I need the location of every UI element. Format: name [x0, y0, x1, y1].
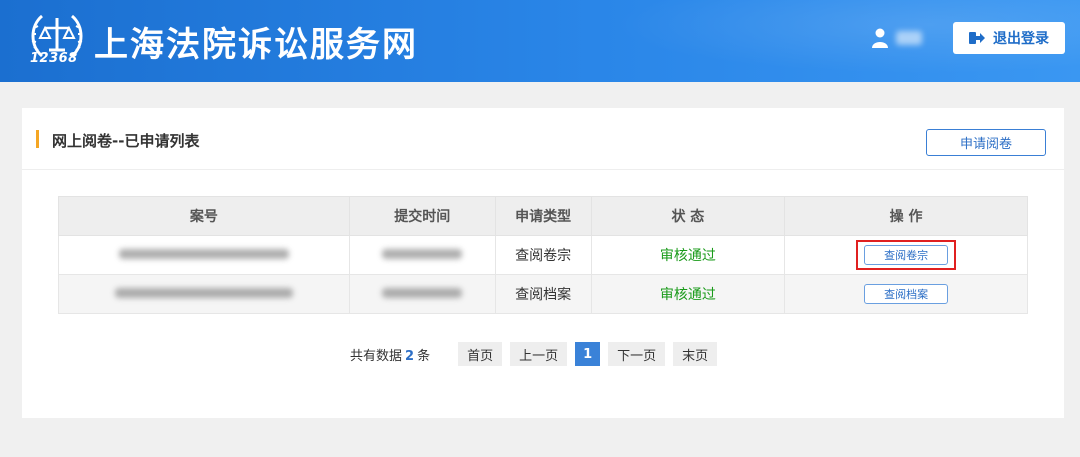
pagination: 共有数据 2 条 首页 上一页 1 下一页 末页 [350, 342, 725, 366]
panel-title: 网上阅卷--已申请列表 [52, 132, 200, 150]
current-page-button[interactable]: 1 [575, 342, 601, 366]
column-header-apply-type: 申请类型 [494, 196, 592, 236]
prev-page-button[interactable]: 上一页 [510, 342, 568, 366]
column-header-status: 状 态 [590, 196, 786, 236]
submit-time-cell [348, 235, 496, 275]
column-header-submit-time: 提交时间 [348, 196, 496, 236]
submit-time-redacted [382, 249, 463, 259]
total-count: 2 [405, 348, 415, 364]
user-info[interactable] [872, 28, 922, 48]
user-name-redacted [896, 31, 922, 45]
column-header-case-number: 案号 [58, 196, 350, 236]
apply-type-cell: 查阅档案 [494, 274, 592, 314]
total-suffix: 条 [417, 348, 431, 364]
column-header-action: 操 作 [784, 196, 1028, 236]
logout-button[interactable]: 退出登录 [953, 22, 1065, 54]
header-bar: 12368 上海法院诉讼服务网 退出登录 [0, 0, 1080, 82]
case-number-cell [58, 235, 350, 275]
highlight-box: 查阅卷宗 [856, 240, 957, 270]
case-number-redacted [114, 288, 293, 298]
panel-header: 网上阅卷--已申请列表 申请阅卷 [22, 108, 1064, 170]
view-archive-button[interactable]: 查阅档案 [864, 284, 949, 304]
last-page-button[interactable]: 末页 [673, 342, 718, 366]
action-cell: 查阅档案 [784, 274, 1028, 314]
site-title: 上海法院诉讼服务网 [94, 25, 418, 65]
total-count-text: 共有数据 2 条 [350, 345, 430, 364]
apply-type-cell: 查阅卷宗 [494, 235, 592, 275]
table-row: 查阅档案 审核通过 查阅档案 [58, 274, 1028, 314]
case-number-redacted [118, 249, 289, 259]
title-accent-bar [36, 130, 39, 148]
view-case-file-button[interactable]: 查阅卷宗 [864, 245, 949, 265]
status-cell: 审核通过 [590, 274, 786, 314]
logout-icon [969, 32, 985, 44]
table-header-row: 案号 提交时间 申请类型 状 态 操 作 [58, 196, 1028, 236]
hotline-number: 12368 [30, 51, 78, 66]
total-prefix: 共有数据 [350, 348, 403, 364]
action-cell: 查阅卷宗 [784, 235, 1028, 275]
status-cell: 审核通过 [590, 235, 786, 275]
case-number-cell [58, 274, 350, 314]
apply-review-button[interactable]: 申请阅卷 [926, 129, 1046, 156]
application-list-panel: 网上阅卷--已申请列表 申请阅卷 案号 提交时间 申请类型 状 态 操 作 查阅… [22, 108, 1064, 418]
application-table: 案号 提交时间 申请类型 状 态 操 作 查阅卷宗 审核通过 查阅卷宗 查阅档案… [58, 196, 1028, 314]
first-page-button[interactable]: 首页 [458, 342, 503, 366]
submit-time-cell [348, 274, 496, 314]
submit-time-redacted [382, 288, 463, 298]
table-row: 查阅卷宗 审核通过 查阅卷宗 [58, 235, 1028, 275]
next-page-button[interactable]: 下一页 [608, 342, 666, 366]
logout-label: 退出登录 [993, 31, 1049, 47]
user-icon [872, 28, 888, 48]
